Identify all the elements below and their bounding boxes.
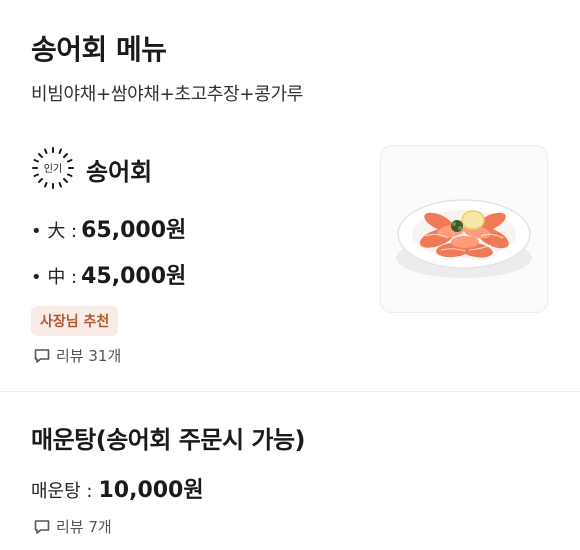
speech-bubble-icon [34, 348, 50, 363]
speech-bubble-icon [34, 519, 50, 534]
menu-item-name: 송어회 [86, 158, 153, 186]
category-description: 비빔야채+쌈야채+초고추장+콩가루 [31, 84, 303, 105]
popular-badge: 인기 [31, 146, 75, 190]
menu-item-trout-sashimi[interactable]: 인기 송어회 • 大 : 65,000원 • 中 : 45,000원 사장님 추… [0, 140, 580, 380]
menu-item-name: 매운탕(송어회 주문시 가능) [31, 426, 306, 454]
price-value: 65,000원 [81, 218, 187, 243]
owner-recommend-tag: 사장님 추천 [31, 306, 119, 336]
price-value: 45,000원 [81, 264, 187, 289]
price-value: 10,000원 [98, 478, 204, 503]
review-count[interactable]: 리뷰 7개 [33, 516, 112, 537]
sashimi-plate-image [381, 146, 547, 312]
size-label: • 中 : [31, 267, 78, 288]
review-count[interactable]: 리뷰 31개 [33, 345, 121, 366]
size-label: • 大 : [31, 221, 78, 242]
menu-category-section: 송어회 메뉴 비빔야채+쌈야채+초고추장+콩가루 인기 송어회 • 大: 65… [0, 0, 580, 390]
category-title: 송어회 메뉴 [31, 33, 167, 66]
sunburst-badge-icon: 인기 [32, 147, 74, 189]
price-option-soup: 매운탕 : 10,000원 [31, 472, 204, 504]
review-count-label: 리뷰 7개 [56, 518, 112, 536]
menu-item-photo[interactable] [380, 145, 548, 313]
size-label: 매운탕 : [31, 481, 93, 502]
price-option-medium: • 中 : 45,000원 [31, 258, 186, 290]
menu-item-spicy-soup[interactable]: 매운탕(송어회 주문시 가능) 매운탕 : 10,000원 리뷰 7개 [0, 392, 580, 550]
review-count-label: 리뷰 31개 [56, 347, 122, 365]
price-option-large: • 大 : 65,000원 [31, 212, 186, 244]
popular-badge-label: 인기 [44, 163, 62, 175]
